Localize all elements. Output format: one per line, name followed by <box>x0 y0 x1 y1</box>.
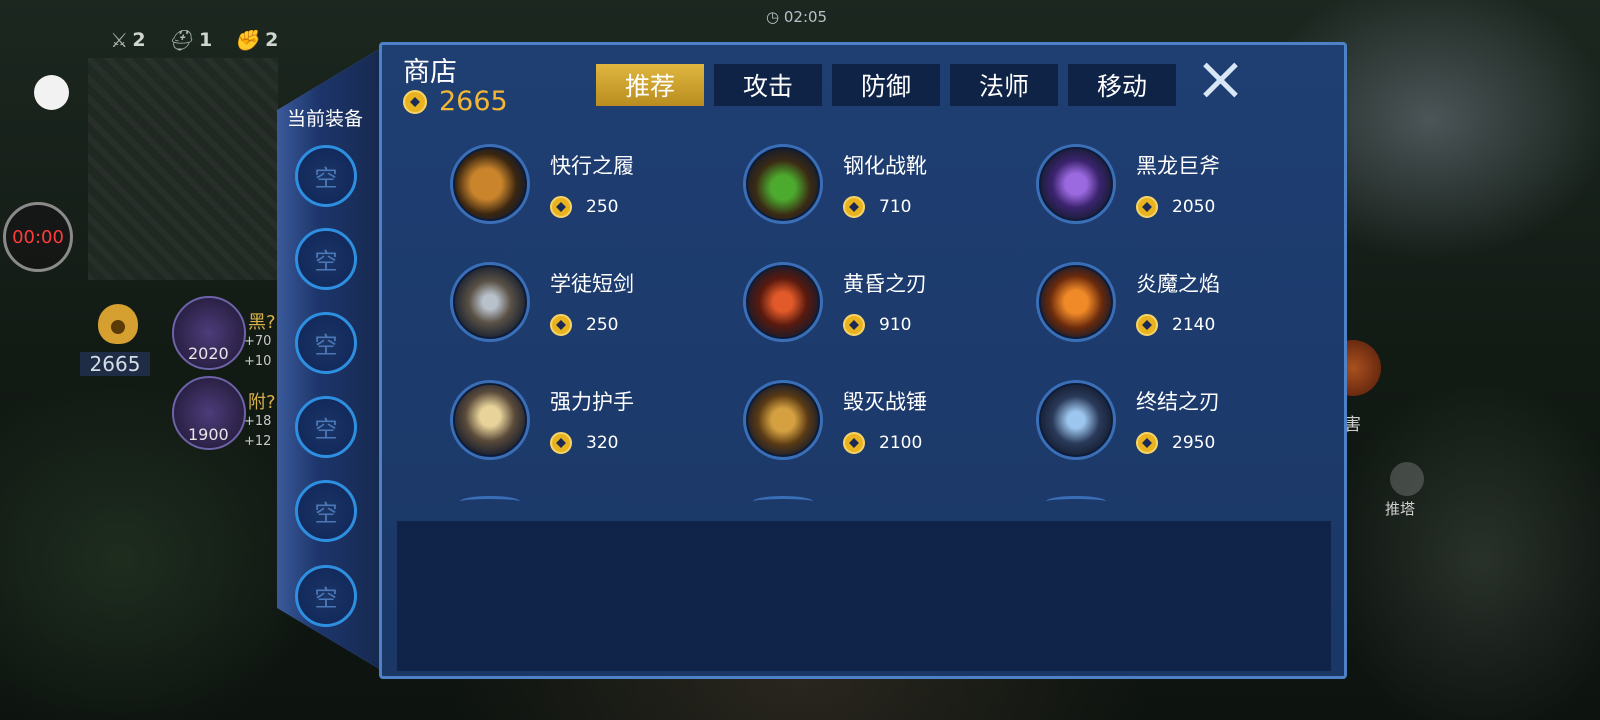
close-icon[interactable] <box>1198 58 1242 102</box>
money-bag-icon[interactable] <box>98 304 138 344</box>
shop-item-3[interactable]: 黑龙巨斧 2050 <box>1036 144 1306 234</box>
deaths-stat: ⛑ 1 <box>167 28 213 52</box>
twilight-blade-icon <box>743 262 823 342</box>
shop-item-2[interactable]: 钢化战靴 710 <box>743 144 1013 234</box>
tower-icon[interactable] <box>1390 462 1424 496</box>
kda-stats: ⚔ 2 ⛑ 1 ✊ 2 <box>112 28 278 52</box>
coin-icon <box>1136 314 1158 336</box>
item-price: 2950 <box>1172 433 1216 453</box>
coin-icon <box>550 432 572 454</box>
record-timer[interactable]: 00:00 <box>3 202 73 272</box>
item-price: 2050 <box>1172 197 1216 217</box>
item-name: 黄昏之刃 <box>843 272 927 296</box>
item-name: 钢化战靴 <box>843 154 927 178</box>
item-name: 炎魔之焰 <box>1136 272 1220 296</box>
shop-item-7[interactable]: 强力护手 320 <box>450 380 720 470</box>
item-price: 320 <box>586 433 619 453</box>
floating-assist-button[interactable] <box>34 75 69 110</box>
match-timer: ◷ 02:05 <box>766 8 828 26</box>
shop-gold-value: 2665 <box>439 86 508 117</box>
blade-icon <box>1036 380 1116 460</box>
shop-item-6[interactable]: 炎魔之焰 2140 <box>1036 262 1306 352</box>
shop-item-9[interactable]: 终结之刃 2950 <box>1036 380 1306 470</box>
item-name: 终结之刃 <box>1136 390 1220 414</box>
next-row-item-edge <box>1046 496 1106 507</box>
item-price: 910 <box>879 315 912 335</box>
shop-item-1[interactable]: 快行之履 250 <box>450 144 720 234</box>
shop-item-8[interactable]: 毁灭战锤 2100 <box>743 380 1013 470</box>
quick-buy-name-1: 黑? <box>248 312 276 333</box>
equipment-slot-2[interactable]: 空 <box>295 228 357 290</box>
equipment-slot-6[interactable]: 空 <box>295 565 357 627</box>
coin-icon <box>403 89 427 114</box>
gauntlet-icon <box>450 380 530 460</box>
shop-title: 商店 <box>403 57 457 88</box>
tab-mage[interactable]: 法师 <box>950 64 1058 106</box>
quick-buy-price-2: 1900 <box>188 425 229 444</box>
quick-buy-name-2: 附? <box>248 392 276 413</box>
tab-recommended[interactable]: 推荐 <box>596 64 704 106</box>
item-name: 强力护手 <box>550 390 634 414</box>
shop-gold: 2665 <box>403 86 508 117</box>
item-name: 毁灭战锤 <box>843 390 927 414</box>
shop-tabs: 推荐 攻击 防御 法师 移动 <box>596 64 1176 106</box>
equipment-slot-4[interactable]: 空 <box>295 396 357 458</box>
item-description-panel <box>397 521 1331 671</box>
short-sword-icon <box>450 262 530 342</box>
coin-icon <box>1136 196 1158 218</box>
boots-icon <box>450 144 530 224</box>
push-tower-label: 推塔 <box>1385 500 1416 518</box>
item-name: 学徒短剑 <box>550 272 634 296</box>
item-price: 250 <box>586 197 619 217</box>
item-name: 黑龙巨斧 <box>1136 154 1220 178</box>
quick-buy-price-1: 2020 <box>188 344 229 363</box>
sword-icon: ⚔ <box>112 28 127 52</box>
equipment-slot-3[interactable]: 空 <box>295 312 357 374</box>
kills-stat: ⚔ 2 <box>112 28 146 52</box>
flame-icon <box>1036 262 1116 342</box>
equipment-slot-1[interactable]: 空 <box>295 145 357 207</box>
tab-defense[interactable]: 防御 <box>832 64 940 106</box>
coin-icon <box>1136 432 1158 454</box>
axe-icon <box>1036 144 1116 224</box>
quick-buy-stats-2: +18 +12 <box>244 414 272 449</box>
quick-buy-stats-1: +70 +10 <box>244 334 272 369</box>
coin-icon <box>550 314 572 336</box>
shop-item-4[interactable]: 学徒短剑 250 <box>450 262 720 352</box>
tab-attack[interactable]: 攻击 <box>714 64 822 106</box>
assists-stat: ✊ 2 <box>234 28 279 52</box>
shop-item-5[interactable]: 黄昏之刃 910 <box>743 262 1013 352</box>
equipment-title: 当前装备 <box>286 108 363 130</box>
coin-icon <box>843 432 865 454</box>
minimap[interactable] <box>88 58 278 280</box>
fist-icon: ✊ <box>234 28 260 52</box>
item-price: 2140 <box>1172 315 1216 335</box>
item-price: 2100 <box>879 433 923 453</box>
next-row-item-edge <box>460 496 520 507</box>
item-price: 710 <box>879 197 912 217</box>
tab-movement[interactable]: 移动 <box>1068 64 1176 106</box>
helmet-icon: ⛑ <box>167 28 193 52</box>
hammer-icon <box>743 380 823 460</box>
item-price: 250 <box>586 315 619 335</box>
item-name: 快行之履 <box>550 154 634 178</box>
coin-icon <box>843 314 865 336</box>
equipment-slot-5[interactable]: 空 <box>295 480 357 542</box>
hud-gold: 2665 <box>80 352 150 376</box>
next-row-item-edge <box>753 496 813 507</box>
coin-icon <box>843 196 865 218</box>
coin-icon <box>550 196 572 218</box>
green-boots-icon <box>743 144 823 224</box>
